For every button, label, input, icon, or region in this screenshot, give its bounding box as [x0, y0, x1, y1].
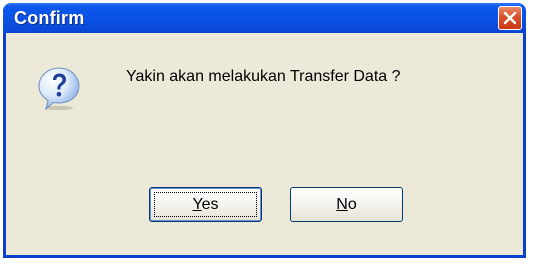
yes-button-label: Yes: [150, 196, 261, 214]
yes-label-rest: es: [201, 196, 219, 213]
question-icon: [38, 67, 80, 110]
confirm-message: Yakin akan melakukan Transfer Data ?: [126, 68, 401, 85]
yes-mnemonic: Y: [192, 196, 202, 213]
title-bar[interactable]: Confirm: [3, 3, 526, 33]
dialog-title: Confirm: [14, 8, 85, 28]
no-button[interactable]: No: [290, 187, 403, 222]
no-button-label: No: [291, 196, 402, 214]
close-button[interactable]: [498, 6, 522, 30]
close-icon: [503, 11, 517, 25]
no-label-rest: o: [347, 196, 357, 213]
yes-button[interactable]: Yes: [149, 187, 262, 222]
dialog-body: Yakin akan melakukan Transfer Data ? Yes…: [6, 33, 523, 255]
no-mnemonic: N: [336, 196, 348, 213]
confirm-dialog: Confirm Yakin akan melakukan Transfer Da…: [3, 3, 526, 258]
